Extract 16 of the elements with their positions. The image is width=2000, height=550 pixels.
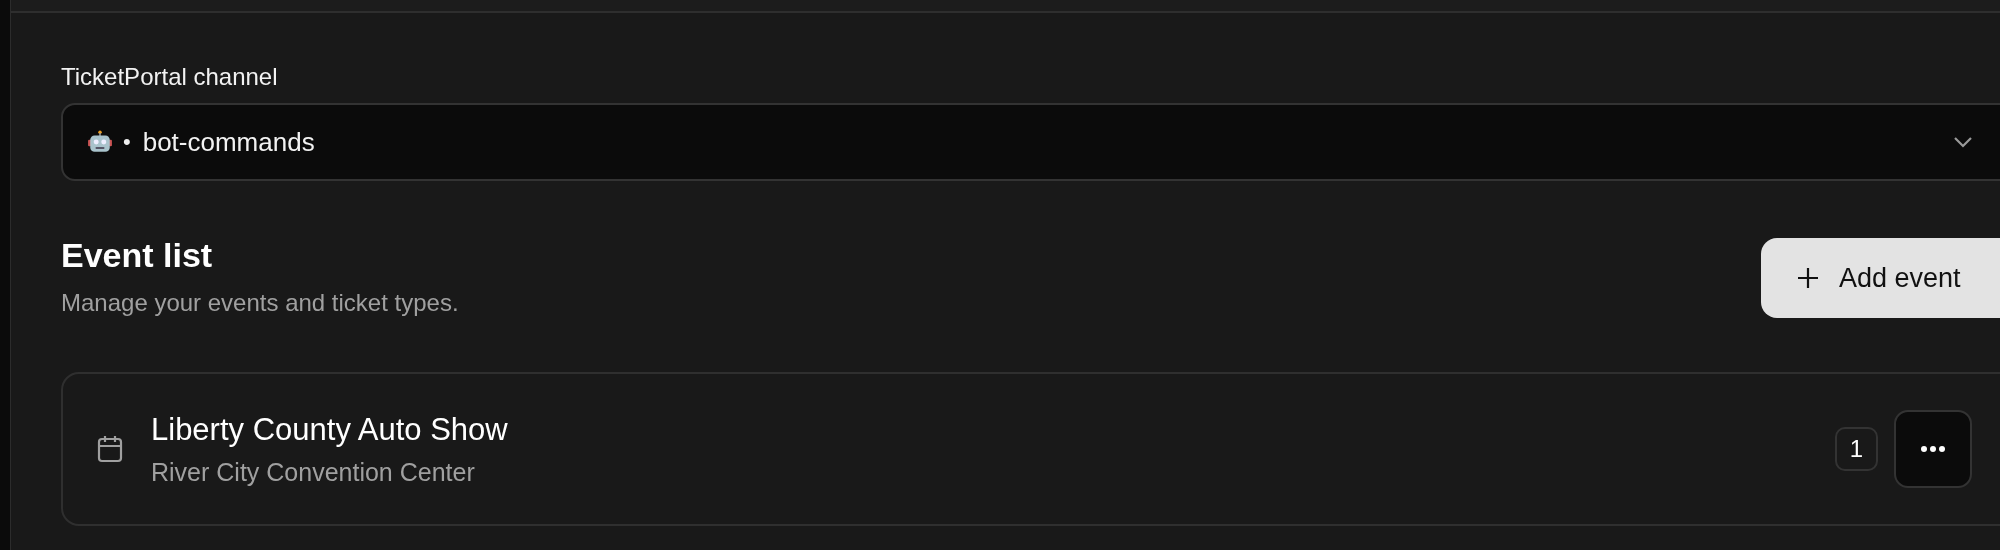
add-event-button[interactable]: Add event — [1761, 238, 2000, 318]
plus-icon — [1797, 267, 1819, 289]
ticket-count-badge: 1 — [1834, 427, 1878, 471]
field-label: TicketPortal channel — [61, 63, 279, 91]
calendar-icon — [97, 435, 123, 463]
robot-icon — [87, 129, 113, 155]
channel-value: bot-commands — [142, 126, 316, 158]
event-name: Liberty County Auto Show — [151, 411, 509, 448]
more-icon — [1920, 445, 1946, 453]
section-subtitle: Manage your events and ticket types. — [61, 289, 459, 317]
more-options-button[interactable] — [1894, 410, 1972, 488]
event-venue: River City Convention Center — [151, 457, 476, 487]
chevron-down-icon — [1953, 136, 1973, 148]
section-title: Event list — [61, 236, 214, 275]
channel-select[interactable]: • bot-commands — [61, 103, 2000, 181]
separator-dot: • — [123, 129, 131, 155]
